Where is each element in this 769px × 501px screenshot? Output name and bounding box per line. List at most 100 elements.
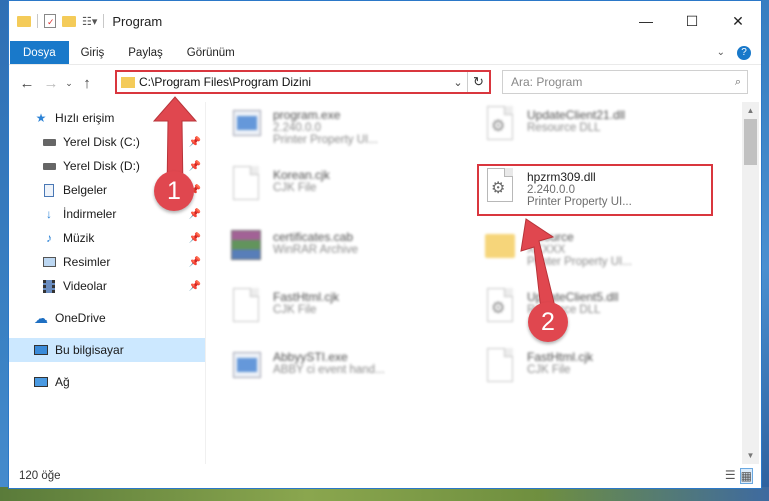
file-name: UpdateClient21.dll [527, 108, 626, 122]
address-path[interactable]: C:\Program Files\Program Dizini [139, 75, 311, 89]
app-icon [225, 104, 265, 148]
dll-icon: ⚙ [479, 104, 519, 148]
nav-item-label: Bu bilgisayar [55, 343, 124, 357]
pin-icon[interactable]: 📌 [189, 233, 201, 244]
tab-giris[interactable]: Giriş [69, 41, 117, 64]
nav-item-label: Yerel Disk (D:) [63, 159, 140, 173]
tab-gorunum[interactable]: Görünüm [175, 41, 247, 64]
search-input[interactable] [511, 75, 711, 89]
tiles-view-icon[interactable]: ▦ [739, 468, 753, 484]
nav-item-pictures[interactable]: Resimler 📌 [9, 250, 205, 274]
scroll-thumb[interactable] [744, 119, 757, 165]
file-item[interactable]: Korean.cjk CJK File [225, 164, 461, 216]
expand-ribbon-icon[interactable]: ⌄ [717, 47, 725, 58]
pin-icon[interactable]: 📌 [189, 281, 201, 292]
file-icon [225, 286, 265, 330]
new-folder-icon[interactable] [62, 15, 76, 27]
pin-icon[interactable]: 📌 [189, 209, 201, 220]
pin-icon[interactable]: 📌 [189, 137, 201, 148]
file-item[interactable]: AbbyySTI.exe ABBY ci event hand... [225, 346, 461, 398]
details-view-icon[interactable]: ☰ [725, 468, 736, 484]
step-badge-1: 1 [154, 171, 194, 211]
vertical-scrollbar[interactable]: ▲ ▼ [742, 102, 759, 464]
nav-item-network[interactable]: Ağ [9, 370, 205, 394]
file-item[interactable]: ⚙ UpdateClient21.dll Resource DLL [479, 104, 715, 156]
pin-icon[interactable]: 📌 [189, 257, 201, 268]
cloud-icon: ☁ [34, 309, 48, 326]
maximize-icon: ☐ [685, 12, 699, 29]
drive-icon [41, 134, 57, 150]
scroll-up-icon[interactable]: ▲ [742, 102, 759, 119]
item-count: 120 öğe [19, 470, 61, 482]
window-title: Program [112, 13, 163, 29]
file-type: WinRAR Archive [273, 244, 358, 256]
help-icon[interactable]: ? [737, 45, 751, 60]
file-description: ABBY ci event hand... [273, 364, 385, 376]
file-name: FastHtml.cjk [273, 290, 339, 304]
address-bar[interactable]: C:\Program Files\Program Dizini ⌄ ↻ [115, 70, 491, 94]
music-icon: ♪ [46, 231, 52, 245]
close-button[interactable]: ✕ [715, 1, 761, 41]
nav-item-local-disk-c[interactable]: Yerel Disk (C:) 📌 [9, 130, 205, 154]
maximize-button[interactable]: ☐ [669, 1, 715, 41]
toolbar-separator [103, 14, 105, 28]
file-description: Printer Property UI... [273, 134, 378, 146]
file-description: Printer Property UI... [527, 256, 632, 268]
nav-item-music[interactable]: ♪ Müzik 📌 [9, 226, 205, 250]
main-content: ★ Hızlı erişim Yerel Disk (C:) 📌 Yerel D… [9, 102, 761, 464]
file-version: XXXXX [527, 244, 566, 256]
nav-item-label: Videolar [63, 279, 107, 293]
archive-icon [225, 226, 265, 270]
file-icon [225, 164, 265, 208]
up-button[interactable]: ↑ [75, 75, 99, 92]
nav-item-label: Hızlı erişim [55, 111, 115, 125]
nav-item-this-pc[interactable]: Bu bilgisayar [9, 338, 205, 362]
forward-button[interactable]: → [39, 75, 63, 92]
back-button[interactable]: ← [15, 75, 39, 92]
file-item[interactable]: resource XXXXX Printer Property UI... [479, 226, 715, 278]
file-type: CJK File [273, 182, 317, 194]
file-name: Korean.cjk [273, 168, 330, 182]
folder-icon[interactable] [17, 15, 31, 27]
nav-item-onedrive[interactable]: ☁ OneDrive [9, 306, 205, 330]
search-box[interactable]: ⌕ [502, 70, 748, 94]
videos-icon [41, 278, 57, 294]
nav-item-label: Ağ [55, 375, 70, 389]
nav-item-label: Yerel Disk (C:) [63, 135, 140, 149]
navigation-pane: ★ Hızlı erişim Yerel Disk (C:) 📌 Yerel D… [9, 102, 205, 464]
nav-item-videos[interactable]: Videolar 📌 [9, 274, 205, 298]
file-item[interactable]: FastHtml.cjk CJK File [479, 346, 715, 398]
file-icon [479, 346, 519, 390]
nav-item-label: Resimler [63, 255, 111, 269]
nav-item-label: Belgeler [63, 183, 108, 197]
quick-access-toolbar: ✓ ☷▾ [17, 14, 105, 28]
file-type: CJK File [273, 304, 317, 316]
tab-paylas[interactable]: Paylaş [116, 41, 175, 64]
computer-icon [33, 342, 49, 358]
file-name: certificates.cab [273, 230, 354, 244]
file-item-highlighted[interactable]: ⚙ hpzrm309.dll 2.240.0.0 Printer Propert… [477, 164, 713, 216]
file-item[interactable]: FastHtml.cjk CJK File [225, 286, 461, 338]
dll-icon: ⚙ [479, 166, 519, 210]
refresh-button[interactable]: ↻ [467, 72, 489, 92]
view-options-icon[interactable]: ☷▾ [82, 15, 97, 28]
properties-icon[interactable]: ✓ [44, 14, 56, 28]
download-icon: ↓ [46, 207, 52, 221]
chevron-down-icon[interactable]: ⌄ [449, 76, 467, 89]
nav-item-quick-access[interactable]: ★ Hızlı erişim [9, 106, 205, 130]
pin-icon[interactable]: 📌 [189, 161, 201, 172]
recent-locations-button[interactable]: ⌄ [63, 78, 75, 89]
pane-divider[interactable] [205, 102, 206, 464]
minimize-button[interactable]: — [623, 1, 669, 41]
status-bar: 120 öğe ☰ ▦ [9, 464, 761, 488]
close-icon: ✕ [732, 12, 744, 29]
tab-dosya[interactable]: Dosya [10, 41, 69, 64]
desktop-background [0, 487, 769, 501]
file-version: 2.240.0.0 [273, 122, 321, 134]
search-icon: ⌕ [734, 75, 741, 88]
file-item[interactable]: ⚙ UpdateClient5.dll Resource DLL [479, 286, 715, 338]
file-item[interactable]: program.exe 2.240.0.0 Printer Property U… [225, 104, 461, 156]
file-item[interactable]: certificates.cab WinRAR Archive [225, 226, 461, 278]
scroll-down-icon[interactable]: ▼ [742, 447, 759, 464]
file-name: AbbyySTI.exe [273, 350, 348, 364]
